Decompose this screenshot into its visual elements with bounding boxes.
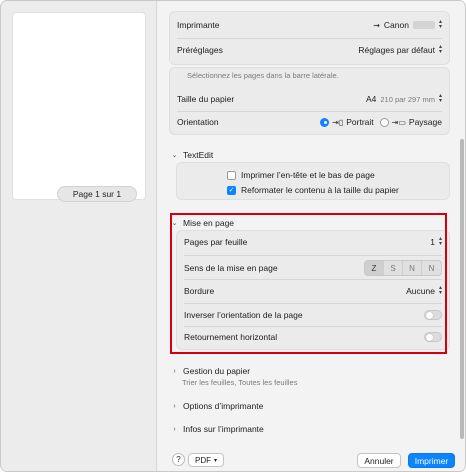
printer-options-title: Options d’imprimante	[183, 401, 264, 411]
chevron-down-icon: ▾	[213, 457, 217, 464]
radio-selected-icon[interactable]	[320, 117, 330, 127]
printer-value: Canon	[383, 20, 409, 30]
presets-popup[interactable]: Réglages par défaut ▴ ▾	[358, 44, 442, 55]
rewrap-label: Reformater le contenu à la taille du pap…	[241, 185, 399, 195]
orientation-landscape[interactable]: ⇥▭ Paysage	[379, 117, 442, 127]
pages-hint-row: Sélectionnez les pages dans la barre lat…	[187, 71, 442, 80]
updown-chevron-icon: ▴ ▾	[438, 93, 442, 104]
chevron-right-icon: ›	[173, 402, 176, 410]
scrollbar[interactable]	[460, 139, 464, 439]
paper-size-value: A4	[365, 94, 377, 104]
paper-size-dimensions: 210 par 297 mm	[380, 94, 435, 104]
textedit-option-header-footer[interactable]: Imprimer l’en-tête et le bas de page	[227, 170, 442, 180]
presets-row[interactable]: Préréglages Réglages par défaut ▴ ▾	[177, 44, 442, 55]
printer-card: Imprimante ⇝ Canon ▴ ▾ Préréglages Réglag…	[169, 11, 450, 65]
radio-icon[interactable]	[379, 117, 389, 127]
orientation-portrait-label: Portrait	[346, 117, 374, 127]
textedit-card: Imprimer l’en-tête et le bas de page ✓ R…	[176, 162, 450, 200]
page-count-pill: Page 1 sur 1	[57, 186, 137, 202]
paper-handling-title: Gestion du papier	[183, 366, 251, 376]
textedit-title: TextEdit	[183, 150, 214, 160]
printer-options-section-header[interactable]: › Options d’imprimante	[171, 401, 263, 411]
paper-size-popup[interactable]: A4 210 par 297 mm ▴ ▾	[365, 93, 442, 104]
chevron-right-icon: ›	[173, 425, 176, 433]
orientation-landscape-label: Paysage	[408, 117, 442, 127]
paper-size-label: Taille du papier	[177, 94, 235, 104]
page-preview[interactable]: Page 1 sur 1	[13, 13, 145, 202]
printer-label: Imprimante	[177, 20, 220, 30]
paper-handling-section-header[interactable]: › Gestion du papier	[171, 366, 250, 376]
pdf-menu-button[interactable]: PDF ▾	[188, 453, 224, 467]
printer-popup[interactable]: ⇝ Canon ▴ ▾	[373, 19, 442, 30]
presets-label: Préréglages	[177, 45, 223, 55]
cancel-button[interactable]: Annuler	[357, 453, 401, 468]
printer-info-section-header[interactable]: › Infos sur l’imprimante	[171, 424, 264, 434]
textedit-section-header[interactable]: ⌄ TextEdit	[171, 150, 214, 160]
checkbox-checked-icon[interactable]: ✓	[227, 185, 236, 195]
orientation-portrait[interactable]: ⇥▯ Portrait	[320, 117, 374, 127]
paper-card: Sélectionnez les pages dans la barre lat…	[169, 67, 450, 135]
orientation-row: Orientation ⇥▯ Portrait ⇥▭ Paysage	[177, 117, 442, 127]
print-button[interactable]: Imprimer	[408, 453, 455, 468]
divider	[177, 38, 442, 39]
printer-row[interactable]: Imprimante ⇝ Canon ▴ ▾	[177, 19, 442, 30]
header-footer-label: Imprimer l’en-tête et le bas de page	[241, 170, 375, 180]
printer-name-redacted	[412, 21, 435, 29]
layout-highlight-box	[170, 213, 447, 354]
dialog-footer: ? PDF ▾ Annuler Imprimer	[158, 447, 465, 471]
presets-value: Réglages par défaut	[358, 45, 435, 55]
help-button[interactable]: ?	[172, 453, 185, 466]
updown-chevron-icon: ▴ ▾	[438, 19, 442, 30]
textedit-option-rewrap[interactable]: ✓ Reformater le contenu à la taille du p…	[227, 185, 442, 195]
chevron-right-icon: ›	[173, 367, 176, 375]
printer-info-title: Infos sur l’imprimante	[183, 424, 264, 434]
printer-icon: ⇝	[373, 20, 380, 30]
pages-hint: Sélectionnez les pages dans la barre lat…	[187, 71, 339, 80]
chevron-down-icon: ⌄	[171, 152, 178, 159]
checkbox-icon[interactable]	[227, 170, 236, 180]
updown-chevron-icon: ▴ ▾	[438, 44, 442, 55]
paper-handling-subtitle: Trier les feuilles, Toutes les feuilles	[182, 378, 298, 387]
paper-size-row[interactable]: Taille du papier A4 210 par 297 mm ▴ ▾	[177, 93, 442, 104]
divider	[177, 111, 442, 112]
pdf-label: PDF	[194, 455, 211, 465]
landscape-icon: ⇥▭	[391, 117, 406, 127]
preview-pane: Page 1 sur 1	[1, 1, 157, 471]
portrait-icon: ⇥▯	[332, 117, 344, 127]
orientation-options: ⇥▯ Portrait ⇥▭ Paysage	[320, 117, 442, 127]
print-dialog: Page 1 sur 1 Imprimante ⇝ Canon ▴ ▾ Préré…	[0, 0, 466, 472]
orientation-label: Orientation	[177, 117, 219, 127]
